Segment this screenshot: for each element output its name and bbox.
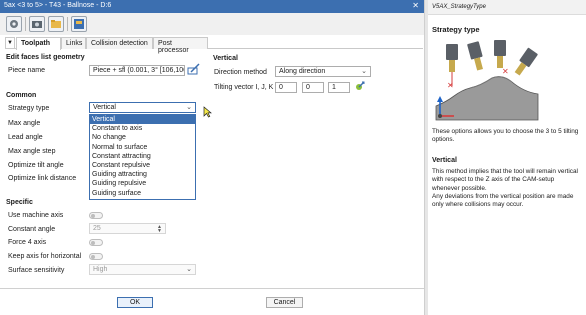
help-panel: V5AX_StrategyType Strategy type ✕ ✕ Thes… (428, 0, 586, 315)
toolbar-separator (67, 17, 68, 31)
optimize-link-label: Optimize link distance (8, 175, 77, 182)
tab-links[interactable]: Links (61, 37, 86, 49)
constant-angle-label: Constant angle (8, 226, 56, 233)
strategy-option-normal-to-surface[interactable]: Normal to surface (90, 143, 195, 152)
menu-chevron-icon[interactable]: ▼ (5, 37, 15, 49)
strategy-option-no-change[interactable]: No change (90, 133, 195, 142)
help-title: Strategy type (432, 25, 480, 34)
piece-name-label: Piece name (8, 67, 45, 74)
strategy-option-guiding-attracting[interactable]: Guiding attracting (90, 170, 195, 179)
strategy-type-dropdown[interactable]: Vertical Constant to axis No change Norm… (89, 114, 196, 200)
chevron-down-icon[interactable]: ⌄ (361, 67, 367, 75)
help-vertical-title: Vertical (432, 157, 457, 164)
use-machine-axis-toggle[interactable] (89, 212, 103, 219)
constant-angle-field[interactable]: 25 ▲ ▼ (89, 223, 166, 234)
help-vertical-text: This method implies that the tool will r… (432, 168, 578, 192)
ok-button[interactable]: OK (117, 297, 153, 308)
chevron-down-icon[interactable]: ⌄ (186, 265, 192, 273)
surface-sensitivity-select[interactable]: High ⌄ (89, 264, 196, 275)
tab-collision-detection[interactable]: Collision detection (86, 37, 153, 49)
close-icon[interactable]: ✕ (412, 1, 419, 10)
keep-axis-label: Keep axis for horizontal (8, 253, 82, 260)
strategy-option-constant-to-axis[interactable]: Constant to axis (90, 124, 195, 133)
strategy-type-label: Strategy type (8, 105, 50, 112)
surface-sensitivity-value: High (93, 266, 108, 273)
tilting-vector-label: Tilting vector I, J, K (214, 84, 274, 91)
strategy-option-constant-attracting[interactable]: Constant attracting (90, 152, 195, 161)
camera-icon[interactable] (29, 16, 45, 32)
surface-sensitivity-label: Surface sensitivity (8, 267, 65, 274)
svg-text:✕: ✕ (447, 81, 454, 90)
max-angle-label: Max angle (8, 120, 41, 127)
title-bar: 5ax <3 to 5> - T43 - Ballnose - D:6 ✕ (0, 0, 424, 13)
strategy-option-vertical[interactable]: Vertical (90, 115, 195, 125)
spin-arrows-icon[interactable]: ▲ ▼ (157, 225, 162, 234)
strategy-option-guiding-surface[interactable]: Guiding surface (90, 189, 195, 198)
piece-name-field[interactable]: Piece + sfl (0.001, 3° [106,106 (89, 65, 185, 76)
edit-faces-heading: Edit faces list geometry (6, 54, 85, 61)
window-title: 5ax <3 to 5> - T43 - Ballnose - D:6 (4, 2, 112, 9)
mouse-cursor-icon (203, 106, 212, 120)
strategy-type-select[interactable]: Vertical ⌄ (89, 102, 196, 113)
keep-axis-toggle[interactable] (89, 253, 103, 260)
chevron-down-icon[interactable]: ⌄ (186, 103, 192, 111)
pick-geometry-icon[interactable] (187, 63, 201, 78)
folder-icon[interactable] (48, 16, 64, 32)
strategy-option-guiding-repulsive[interactable]: Guiding repulsive (90, 179, 195, 188)
vertical-heading: Vertical (213, 55, 238, 62)
lead-angle-label: Lead angle (8, 134, 43, 141)
tab-toolpath[interactable]: Toolpath (16, 37, 61, 50)
direction-method-label: Direction method (214, 69, 267, 76)
tilt-i-field[interactable]: 0 (275, 82, 297, 93)
use-machine-axis-label: Use machine axis (8, 212, 64, 219)
help-vertical-text-2: Any deviations from the vertical positio… (432, 193, 574, 209)
tab-post-processor[interactable]: Post processor (153, 37, 208, 54)
cancel-button[interactable]: Cancel (266, 297, 303, 308)
common-heading: Common (6, 92, 37, 99)
force-4axis-label: Force 4 axis (8, 239, 47, 246)
strategy-type-value: Vertical (93, 104, 116, 111)
strategy-option-constant-repulsive[interactable]: Constant repulsive (90, 161, 195, 170)
tilt-j-field[interactable]: 0 (302, 82, 324, 93)
tilt-k-field[interactable]: 1 (328, 82, 350, 93)
svg-text:✕: ✕ (502, 67, 509, 76)
specific-heading: Specific (6, 199, 33, 206)
gear-tool-icon[interactable] (6, 16, 22, 32)
toolbar-separator (25, 17, 26, 31)
constant-angle-value: 25 (93, 225, 101, 232)
force-4axis-toggle[interactable] (89, 239, 103, 246)
direction-method-value: Along direction (279, 68, 326, 75)
pick-vector-icon[interactable] (353, 80, 366, 95)
max-angle-step-label: Max angle step (8, 148, 56, 155)
tab-strip: Toolpath Links Collision detection Post … (5, 37, 423, 54)
direction-method-select[interactable]: Along direction ⌄ (275, 66, 371, 77)
calculate-icon[interactable] (71, 16, 87, 32)
toolbar (0, 13, 424, 35)
help-intro: These options allows you to choose the 3… (432, 128, 579, 144)
optimize-tilt-label: Optimize tilt angle (8, 162, 64, 169)
strategy-illustration: ✕ ✕ (432, 38, 544, 126)
footer-divider (0, 288, 424, 289)
help-header: V5AX_StrategyType (428, 0, 586, 15)
